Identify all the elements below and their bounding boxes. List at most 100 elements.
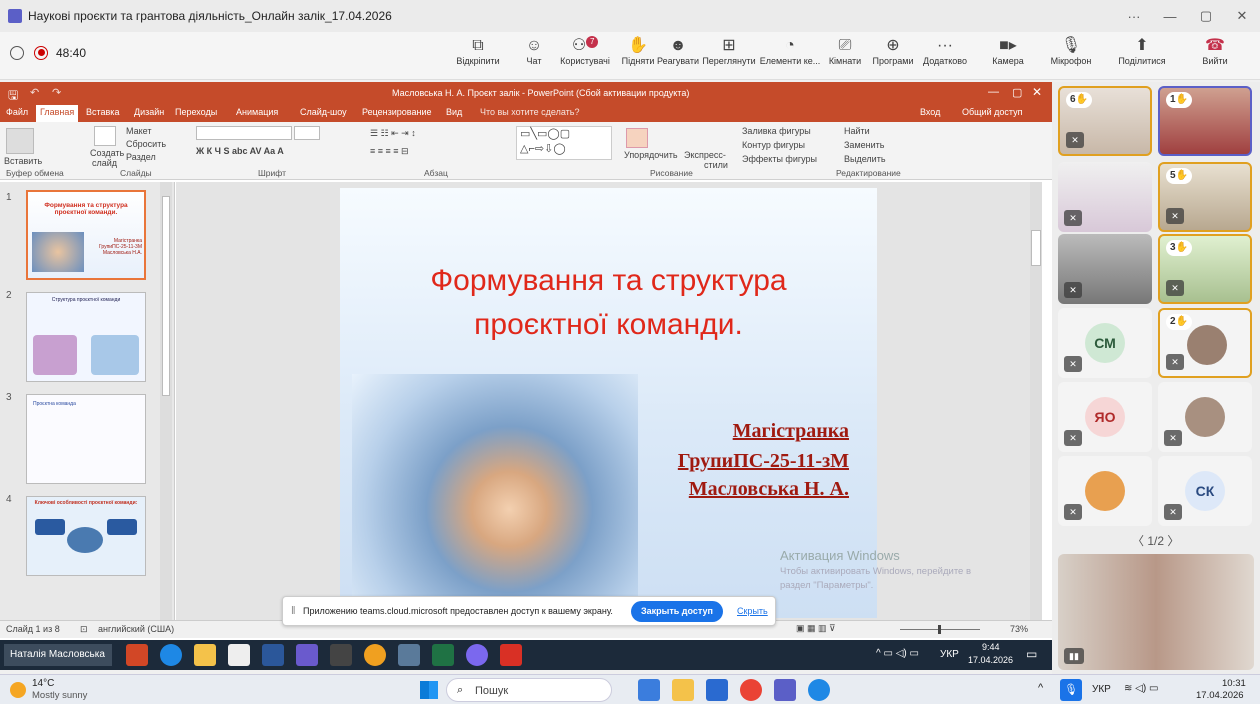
controls-button[interactable]: ◔ Елементи ке... [758,36,822,66]
tab-insert[interactable]: Вставка [86,107,119,117]
leave-button[interactable]: ☎ Вийти [1190,36,1240,66]
search-box[interactable]: ⌕ Пошук [446,678,612,702]
signin-link[interactable]: Вход [920,107,940,117]
thumbnail-slide-4[interactable]: Ключові особливості проєктної команди: [26,496,146,576]
ppt-close-button[interactable]: ✕ [1032,85,1042,99]
shape-fill-button[interactable]: Заливка фигуры [742,126,811,136]
replace-button[interactable]: Заменить [844,140,884,150]
folder-icon[interactable] [194,644,216,666]
spellcheck-icon[interactable]: ⊡ [80,624,88,635]
hide-link[interactable]: Скрыть [737,606,768,616]
select-button[interactable]: Выделить [844,154,886,164]
app-icon[interactable] [398,644,420,666]
tab-slideshow[interactable]: Слайд-шоу [300,107,347,117]
section-button[interactable]: Раздел [126,152,156,162]
redo-icon[interactable]: ↷ [52,86,61,99]
teams-icon[interactable] [774,679,796,701]
close-button[interactable]: ✕ [1224,0,1260,32]
paste-icon[interactable] [6,128,34,154]
thumbs-scrollbar[interactable] [160,182,172,620]
tab-home[interactable]: Главная [36,105,79,122]
thumbnail-slide-3[interactable]: Проєктна команда [26,394,146,484]
ppt-minimize-button[interactable]: — [988,86,999,98]
undo-icon[interactable]: ↶ [30,86,39,99]
chrome-icon[interactable] [364,644,386,666]
font-format-icons[interactable]: Ж К Ч S abc AV Aa A [196,146,284,156]
participant-tile[interactable]: ✕ [1058,234,1152,304]
tab-animation[interactable]: Анимация [236,107,278,117]
tab-file[interactable]: Файл [6,107,28,117]
scroll-thumb[interactable] [162,196,170,396]
self-video-tile[interactable]: ▮▮ [1058,554,1254,670]
more-icon[interactable]: ··· [1116,0,1152,32]
arrange-button[interactable]: Упорядочить [624,150,678,160]
font-name-field[interactable] [196,126,292,140]
word-icon[interactable] [262,644,284,666]
prev-page-icon[interactable]: 〈 [1132,534,1147,548]
weather-icon[interactable] [10,682,26,698]
tray-lang[interactable]: УКР [1092,684,1111,695]
ppt-restore-button[interactable]: ▢ [1012,86,1022,99]
participant-tile[interactable]: 5✋ ✕ [1158,162,1252,232]
list-icons[interactable]: ☰ ☷ ⇤ ⇥ ↕ [370,128,416,139]
zoom-level[interactable]: 73% [1010,624,1028,634]
edge-icon[interactable] [160,644,182,666]
canvas-scrollbar[interactable] [1030,182,1042,620]
excel-icon[interactable] [432,644,454,666]
thumbnail-slide-2[interactable]: Структура проєктної команди [26,292,146,382]
tab-transitions[interactable]: Переходы [175,107,217,117]
zoom-slider[interactable] [900,625,980,634]
new-slide-icon[interactable] [94,126,116,146]
next-page-icon[interactable]: 〉 [1164,534,1179,548]
participant-tile[interactable]: ✕ [1058,456,1152,526]
calendar-icon[interactable] [330,644,352,666]
view-buttons[interactable]: ▣ ▦ ▥ ⊽ [796,623,836,634]
react-button[interactable]: ☻ Реагувати [652,36,704,66]
folder-icon[interactable] [672,679,694,701]
network-sound-battery-icons[interactable]: ≋ ◁) ▭ [1124,683,1158,694]
tab-design[interactable]: Дизайн [134,107,164,117]
more-button[interactable]: ··· Додатково [918,36,972,66]
chevron-up-icon[interactable]: ^ [1038,682,1043,694]
unpin-button[interactable]: ⧉ Відкріпити [452,36,504,66]
apps-button[interactable]: ⊕ Програми [868,36,918,66]
chrome-icon[interactable] [740,679,762,701]
notification-icon[interactable]: ▭ [1026,647,1037,661]
camera-button[interactable]: ■▸ Камера [984,36,1032,66]
participant-tile[interactable]: СМ ✕ [1058,308,1152,378]
powerpoint-icon[interactable] [126,644,148,666]
chat-button[interactable]: ☺ Чат [508,36,560,66]
edge-icon[interactable] [808,679,830,701]
scroll-thumb[interactable] [1031,230,1041,266]
participant-tile[interactable]: ✕ [1058,162,1152,232]
rooms-button[interactable]: ⎚ Кімнати [822,36,868,66]
shape-effects-button[interactable]: Эффекты фигуры [742,154,817,164]
layout-button[interactable]: Макет [126,126,151,136]
quick-styles-button[interactable]: Экспресс- [684,150,726,160]
drag-handle-icon[interactable]: ‖ [291,605,296,617]
mail-icon[interactable] [228,644,250,666]
tab-view[interactable]: Вид [446,107,462,117]
participant-tile[interactable]: 1✋ [1158,86,1252,156]
shapes-gallery[interactable]: ▭╲▭◯▢ △⌐⇨⇩◯ [516,126,612,160]
reset-button[interactable]: Сбросить [126,139,166,149]
viber-icon[interactable] [466,644,488,666]
microphone-button[interactable]: 🎙 Мікрофон [1044,36,1098,66]
tray-icons[interactable]: ^ ▭ ◁) ▭ [876,648,919,659]
share-button[interactable]: ⬆ Поділитися [1114,36,1170,66]
find-button[interactable]: Найти [844,126,870,136]
language-status[interactable]: английский (США) [98,624,174,634]
participant-tile[interactable]: ✕ [1158,382,1252,452]
participant-tile[interactable]: 2✋ ✕ [1158,308,1252,378]
pdf-icon[interactable] [500,644,522,666]
participant-tile[interactable]: 3✋ ✕ [1158,234,1252,304]
new-slide-label[interactable]: Создать [90,148,124,158]
align-icons[interactable]: ≡ ≡ ≡ ≡ ⊟ [370,146,409,157]
app-icon[interactable] [706,679,728,701]
tray-lang[interactable]: УКР [940,649,959,660]
stop-sharing-button[interactable]: Закрыть доступ [631,601,723,622]
participant-tile[interactable]: 6✋ ✕ [1058,86,1152,156]
windows-start-icon[interactable] [420,681,438,699]
arrange-icon[interactable] [626,128,648,148]
font-size-field[interactable] [294,126,320,140]
